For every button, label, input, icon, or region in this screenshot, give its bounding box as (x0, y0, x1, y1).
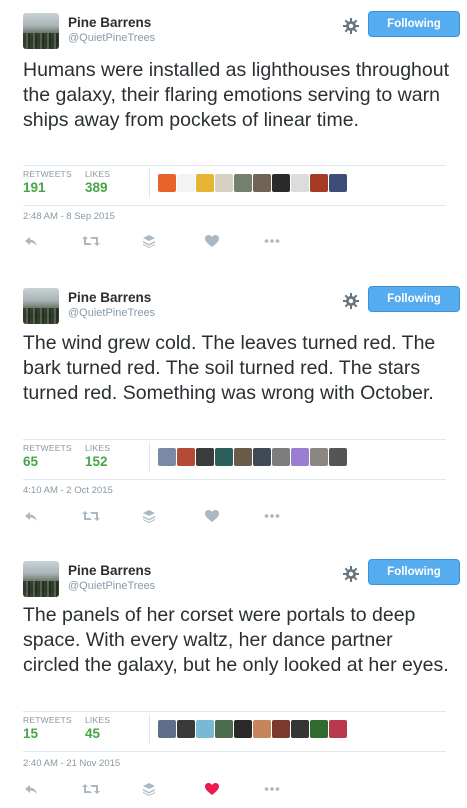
following-button[interactable]: Following (368, 286, 460, 312)
liker-avatar[interactable] (291, 174, 309, 192)
heart-icon[interactable] (205, 234, 219, 248)
retweets-count[interactable]: 15 (23, 726, 38, 741)
reply-icon[interactable] (24, 509, 38, 523)
divider (23, 751, 446, 752)
liker-avatar[interactable] (253, 174, 271, 192)
likes-label: LIKES (85, 715, 111, 725)
tweet-text: The panels of her corset were portals to… (23, 604, 449, 676)
retweets-count[interactable]: 191 (23, 180, 46, 195)
likes-count[interactable]: 389 (85, 180, 108, 195)
liker-avatar[interactable] (291, 448, 309, 466)
liker-avatar[interactable] (234, 174, 252, 192)
timestamp[interactable]: 2:48 AM - 8 Sep 2015 (23, 211, 115, 222)
liker-avatar[interactable] (310, 448, 328, 466)
liker-avatar[interactable] (310, 174, 328, 192)
more-icon[interactable] (264, 234, 280, 248)
gear-icon[interactable] (341, 291, 361, 311)
liker-avatar[interactable] (272, 448, 290, 466)
divider (23, 479, 446, 480)
liker-avatar[interactable] (158, 174, 176, 192)
liker-avatar[interactable] (158, 720, 176, 738)
retweet-icon[interactable] (82, 509, 100, 523)
tweet-text: Humans were installed as lighthouses thr… (23, 59, 450, 131)
stat-separator (149, 442, 150, 472)
likes-count[interactable]: 45 (85, 726, 100, 741)
liker-avatar[interactable] (177, 448, 195, 466)
more-icon[interactable] (264, 509, 280, 523)
stat-separator (149, 714, 150, 744)
avatar[interactable] (23, 561, 59, 597)
liker-avatar[interactable] (177, 720, 195, 738)
liker-avatar[interactable] (158, 448, 176, 466)
liker-avatar[interactable] (196, 448, 214, 466)
stat-separator (149, 168, 150, 198)
divider (23, 205, 446, 206)
retweets-label: RETWEETS (23, 443, 72, 453)
liker-avatar[interactable] (234, 448, 252, 466)
likes-count[interactable]: 152 (85, 454, 108, 469)
likes-label: LIKES (85, 443, 111, 453)
stack-icon[interactable] (142, 509, 156, 523)
divider (23, 711, 446, 712)
heart-icon[interactable] (205, 782, 219, 796)
divider (23, 165, 446, 166)
liker-avatar[interactable] (234, 720, 252, 738)
reply-icon[interactable] (24, 782, 38, 796)
timestamp[interactable]: 4:10 AM - 2 Oct 2015 (23, 485, 113, 496)
liker-avatar[interactable] (272, 720, 290, 738)
heart-icon[interactable] (205, 509, 219, 523)
timestamp[interactable]: 2:40 AM - 21 Nov 2015 (23, 758, 120, 769)
avatar[interactable] (23, 288, 59, 324)
stack-icon[interactable] (142, 234, 156, 248)
liker-avatar[interactable] (196, 720, 214, 738)
liker-avatar[interactable] (253, 448, 271, 466)
liker-avatar[interactable] (253, 720, 271, 738)
user-name[interactable]: Pine Barrens (68, 15, 151, 30)
tweet: Pine Barrens @QuietPineTrees Following T… (0, 286, 467, 533)
liker-avatars[interactable] (158, 720, 358, 738)
liker-avatar[interactable] (272, 174, 290, 192)
user-handle[interactable]: @QuietPineTrees (68, 580, 155, 592)
likes-label: LIKES (85, 169, 111, 179)
divider (23, 439, 446, 440)
liker-avatar[interactable] (196, 174, 214, 192)
retweets-label: RETWEETS (23, 169, 72, 179)
liker-avatar[interactable] (215, 448, 233, 466)
liker-avatars[interactable] (158, 174, 358, 192)
tweet: Pine Barrens @QuietPineTrees Following T… (0, 559, 467, 806)
retweet-icon[interactable] (82, 782, 100, 796)
liker-avatars[interactable] (158, 448, 358, 466)
gear-icon[interactable] (341, 564, 361, 584)
reply-icon[interactable] (24, 234, 38, 248)
following-button[interactable]: Following (368, 11, 460, 37)
liker-avatar[interactable] (215, 720, 233, 738)
liker-avatar[interactable] (329, 174, 347, 192)
liker-avatar[interactable] (329, 448, 347, 466)
user-handle[interactable]: @QuietPineTrees (68, 307, 155, 319)
user-handle[interactable]: @QuietPineTrees (68, 32, 155, 44)
user-name[interactable]: Pine Barrens (68, 290, 151, 305)
liker-avatar[interactable] (177, 174, 195, 192)
retweet-icon[interactable] (82, 234, 100, 248)
liker-avatar[interactable] (310, 720, 328, 738)
tweet: Pine Barrens @QuietPineTrees Following H… (0, 11, 467, 258)
liker-avatar[interactable] (291, 720, 309, 738)
more-icon[interactable] (264, 782, 280, 796)
liker-avatar[interactable] (215, 174, 233, 192)
avatar[interactable] (23, 13, 59, 49)
retweets-count[interactable]: 65 (23, 454, 38, 469)
tweet-text: The wind grew cold. The leaves turned re… (23, 332, 436, 404)
following-button[interactable]: Following (368, 559, 460, 585)
retweets-label: RETWEETS (23, 715, 72, 725)
user-name[interactable]: Pine Barrens (68, 563, 151, 578)
gear-icon[interactable] (341, 16, 361, 36)
stack-icon[interactable] (142, 782, 156, 796)
liker-avatar[interactable] (329, 720, 347, 738)
